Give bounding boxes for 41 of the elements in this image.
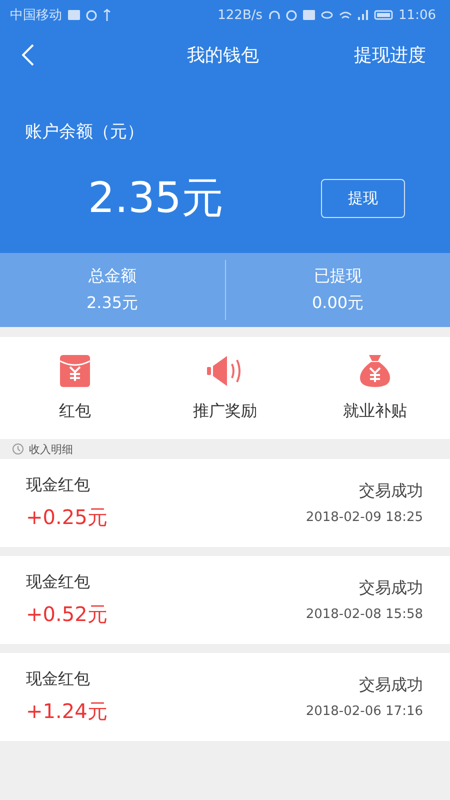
usb-icon (103, 9, 111, 21)
wifi-icon (338, 10, 352, 20)
back-icon (22, 44, 34, 66)
carrier-name: 中国移动 (10, 7, 62, 24)
back-button[interactable] (20, 42, 36, 68)
transaction-card[interactable]: 现金红包 +1.24元 交易成功 2018-02-06 17:16 (0, 653, 450, 741)
transaction-time: 2018-02-06 17:16 (306, 704, 423, 719)
transaction-amount: +0.52元 (26, 601, 108, 628)
shortcut-button[interactable]: 推广奖励 (150, 337, 300, 439)
balance-label: 账户余额（元） (24, 121, 145, 143)
summary-label: 总金额 (88, 266, 136, 287)
transaction-amount: +1.24元 (26, 698, 108, 725)
envelope-icon (60, 354, 90, 386)
withdraw-progress-link[interactable]: 提现进度 (354, 43, 426, 67)
speaker-icon (207, 354, 243, 386)
transaction-amount: +0.25元 (26, 504, 108, 531)
shortcut-button[interactable]: 就业补贴 (300, 337, 450, 439)
transaction-status: 交易成功 (359, 578, 423, 599)
summary-label: 已提现 (314, 266, 362, 287)
withdraw-button[interactable]: 提现 (321, 178, 405, 218)
transaction-title: 现金红包 (26, 669, 91, 690)
transaction-title: 现金红包 (26, 475, 91, 496)
summary-value: 0.00元 (312, 293, 364, 314)
section-heading: 收入明细 (29, 442, 73, 456)
clock-icon (12, 443, 24, 455)
summary-value: 2.35元 (86, 293, 138, 314)
battery-icon (374, 10, 393, 20)
network-speed: 122B/s (218, 8, 263, 22)
transaction-time: 2018-02-09 18:25 (306, 510, 423, 525)
transaction-card[interactable]: 现金红包 +0.52元 交易成功 2018-02-08 15:58 (0, 556, 450, 644)
transaction-card[interactable]: 现金红包 +0.25元 交易成功 2018-02-09 18:25 (0, 459, 450, 547)
transaction-status: 交易成功 (359, 675, 423, 696)
money-bag-icon (360, 354, 390, 386)
transaction-title: 现金红包 (26, 572, 91, 593)
balance-amount: 2.35元 (88, 172, 225, 224)
transaction-time: 2018-02-08 15:58 (306, 607, 423, 622)
signal-icon (358, 10, 368, 20)
page-title: 我的钱包 (187, 44, 259, 67)
clock-time: 11:06 (398, 8, 436, 22)
shortcut-button[interactable]: 红包 (0, 337, 150, 439)
transaction-status: 交易成功 (359, 481, 423, 502)
